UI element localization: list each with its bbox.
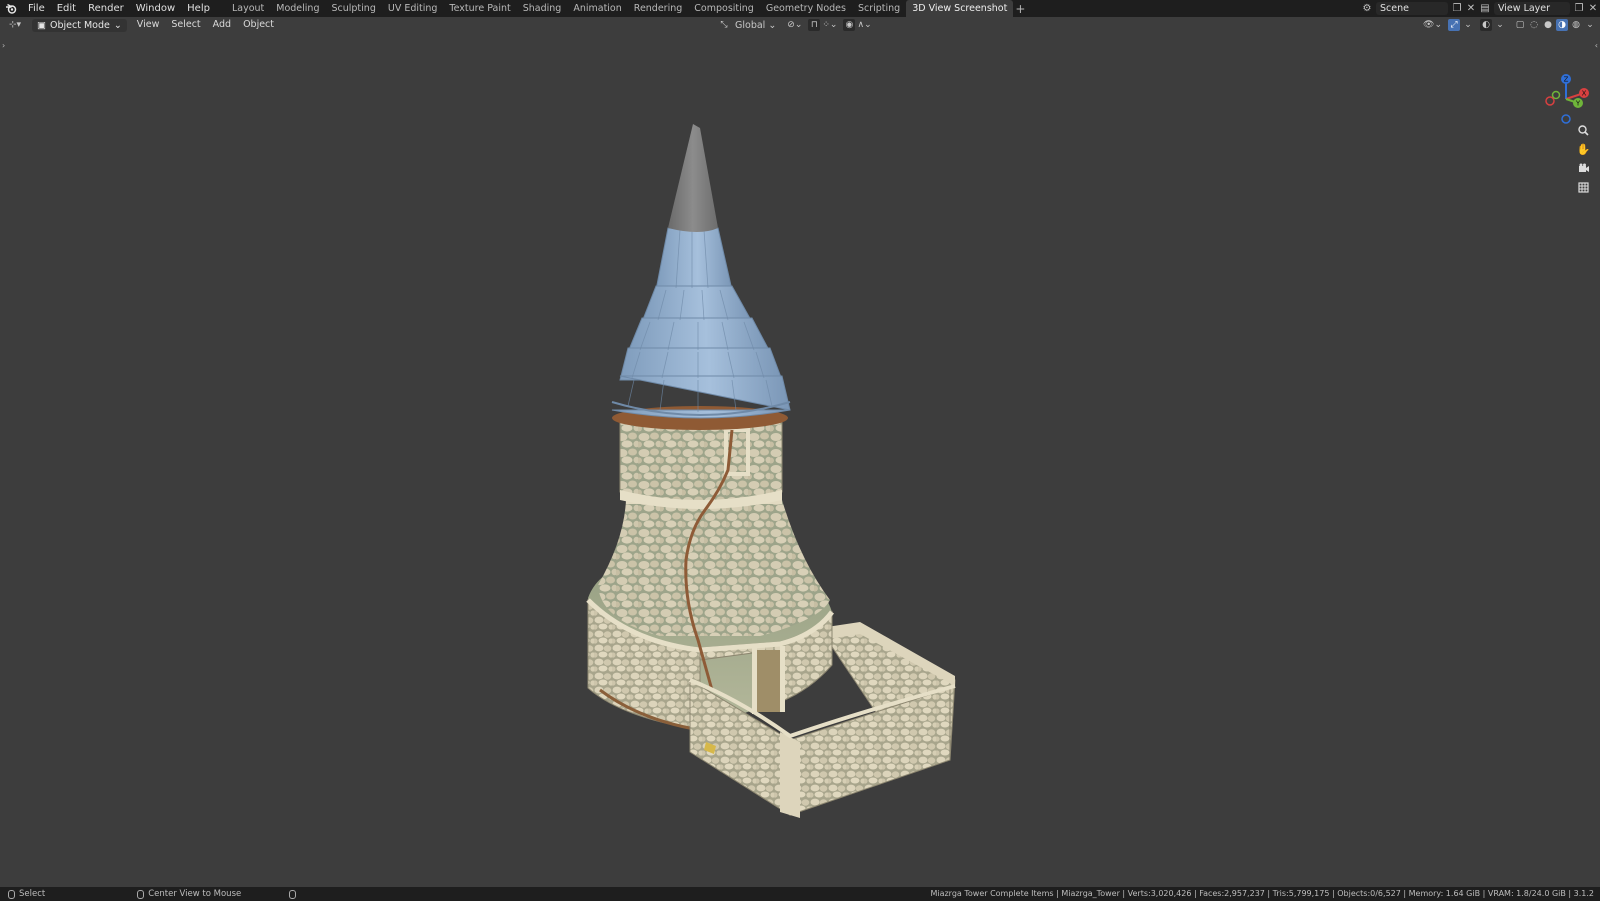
material-shading-icon[interactable]: ◑: [1556, 19, 1568, 31]
3d-viewport[interactable]: › ‹ Z X Y ✋: [0, 33, 1600, 887]
tab-compositing[interactable]: Compositing: [688, 0, 760, 17]
tab-geometry-nodes[interactable]: Geometry Nodes: [760, 0, 852, 17]
scene-statistics: Miazrga Tower Complete Items | Miazrga_T…: [930, 889, 1594, 898]
gizmo-dropdown-icon[interactable]: ⌄: [1462, 19, 1474, 31]
status-select-label: Select: [19, 889, 46, 899]
mouse-right-icon: [289, 889, 297, 899]
menu-view[interactable]: View: [131, 17, 166, 33]
navigation-gizmo[interactable]: Z X Y: [1540, 73, 1592, 125]
gizmo-toggle-icon[interactable]: ⤢: [1448, 19, 1460, 31]
status-center-view: Center View to Mouse: [137, 889, 241, 899]
menu-help[interactable]: Help: [181, 0, 216, 17]
camera-icon[interactable]: [1576, 161, 1591, 175]
gizmo-y-label: Y: [1575, 100, 1581, 108]
gizmo-neg-x[interactable]: [1545, 96, 1555, 106]
scene-field[interactable]: Scene: [1376, 2, 1448, 15]
mouse-left-icon: [8, 889, 15, 899]
viewport-header: ⊹▾ ▣ Object Mode ⌄ View Select Add Objec…: [0, 17, 1600, 33]
menu-object[interactable]: Object: [237, 17, 280, 33]
overlay-toggle-icon[interactable]: ◐: [1480, 19, 1492, 31]
blender-logo-icon[interactable]: [0, 0, 22, 17]
viewport-right-tools: 👁⌄ ⤢ ⌄ ◐ ⌄ ▢ ◌ ● ◑ ◍ ⌄: [1423, 17, 1596, 33]
tab-uv-editing[interactable]: UV Editing: [382, 0, 444, 17]
status-hints: Select Center View to Mouse: [0, 889, 297, 899]
view-layer-icon[interactable]: ▤: [1478, 2, 1492, 15]
mode-dropdown[interactable]: ▣ Object Mode ⌄: [32, 18, 127, 32]
menu-edit[interactable]: Edit: [51, 0, 82, 17]
zoom-icon[interactable]: [1576, 123, 1591, 137]
top-bar: File Edit Render Window Help Layout Mode…: [0, 0, 1600, 17]
rendered-shading-icon[interactable]: ◍: [1570, 19, 1582, 31]
tab-shading[interactable]: Shading: [517, 0, 568, 17]
close-scene-icon[interactable]: ✕: [1464, 2, 1478, 15]
orientation-icon[interactable]: ⤡: [718, 19, 730, 31]
wireframe-shading-icon[interactable]: ◌: [1528, 19, 1540, 31]
menu-window[interactable]: Window: [130, 0, 181, 17]
orientation-label: Global: [735, 19, 766, 31]
navigation-buttons: ✋: [1576, 123, 1591, 194]
tab-layout[interactable]: Layout: [226, 0, 270, 17]
workspace-tabs: Layout Modeling Sculpting UV Editing Tex…: [226, 0, 1027, 17]
overlay-dropdown-icon[interactable]: ⌄: [1494, 19, 1506, 31]
top-right-controls: ⚙ Scene ❐ ✕ ▤ View Layer ❐ ✕: [1360, 0, 1600, 17]
status-select: Select: [8, 889, 45, 899]
object-mode-icon: ▣: [37, 19, 46, 31]
menu-select[interactable]: Select: [165, 17, 206, 33]
hand-icon[interactable]: ✋: [1576, 142, 1591, 156]
tab-animation[interactable]: Animation: [567, 0, 627, 17]
snap-target-icon[interactable]: ⁘⌄: [822, 19, 837, 31]
tab-rendering[interactable]: Rendering: [628, 0, 689, 17]
gizmo-x-label: X: [1582, 90, 1587, 98]
mouse-middle-icon: [137, 889, 145, 899]
solid-shading-icon[interactable]: ●: [1542, 19, 1554, 31]
visibility-icon[interactable]: 👁⌄: [1423, 19, 1442, 31]
status-bar: Select Center View to Mouse Miazrga Towe…: [0, 887, 1600, 901]
menu-file[interactable]: File: [22, 0, 51, 17]
tower-model[interactable]: [0, 33, 1600, 887]
grid-icon[interactable]: [1576, 180, 1591, 194]
tab-sculpting[interactable]: Sculpting: [325, 0, 381, 17]
gizmo-z-label: Z: [1564, 76, 1569, 84]
shading-dropdown-icon[interactable]: ⌄: [1584, 19, 1596, 31]
falloff-icon[interactable]: ∧⌄: [857, 19, 871, 31]
chevron-down-icon: ⌄: [113, 19, 122, 31]
xray-icon[interactable]: ▢: [1514, 19, 1526, 31]
view-layer-label: View Layer: [1498, 3, 1551, 14]
snap-toggle-icon[interactable]: ⊓: [808, 19, 821, 31]
scene-label: Scene: [1380, 3, 1409, 14]
status-center-view-label: Center View to Mouse: [148, 889, 242, 899]
add-workspace-button[interactable]: +: [1013, 2, 1027, 16]
status-context: [289, 889, 297, 899]
tab-texture-paint[interactable]: Texture Paint: [443, 0, 516, 17]
view-layer-field[interactable]: View Layer: [1494, 2, 1570, 15]
menu-add[interactable]: Add: [207, 17, 237, 33]
tab-3d-view-screenshot[interactable]: 3D View Screenshot: [906, 0, 1014, 17]
new-scene-icon[interactable]: ❐: [1450, 2, 1464, 15]
menu-render[interactable]: Render: [82, 0, 130, 17]
close-view-layer-icon[interactable]: ✕: [1586, 2, 1600, 15]
gizmo-neg-y[interactable]: [1551, 90, 1561, 100]
new-view-layer-icon[interactable]: ❐: [1572, 2, 1586, 15]
gizmo-neg-z[interactable]: [1561, 114, 1571, 124]
orientation-dropdown[interactable]: Global ⌄: [732, 19, 779, 31]
tab-modeling[interactable]: Modeling: [270, 0, 325, 17]
editor-type-icon[interactable]: ⊹▾: [6, 19, 24, 31]
mode-label: Object Mode: [49, 19, 110, 31]
pivot-icon[interactable]: ⊘⌄: [787, 19, 802, 31]
transform-tools: ⤡ Global ⌄ ⊘⌄ ⊓ ⁘⌄ ◉ ∧⌄: [718, 17, 872, 33]
scene-icon[interactable]: ⚙: [1360, 2, 1374, 15]
tab-scripting[interactable]: Scripting: [852, 0, 906, 17]
proportional-edit-icon[interactable]: ◉: [843, 19, 856, 31]
